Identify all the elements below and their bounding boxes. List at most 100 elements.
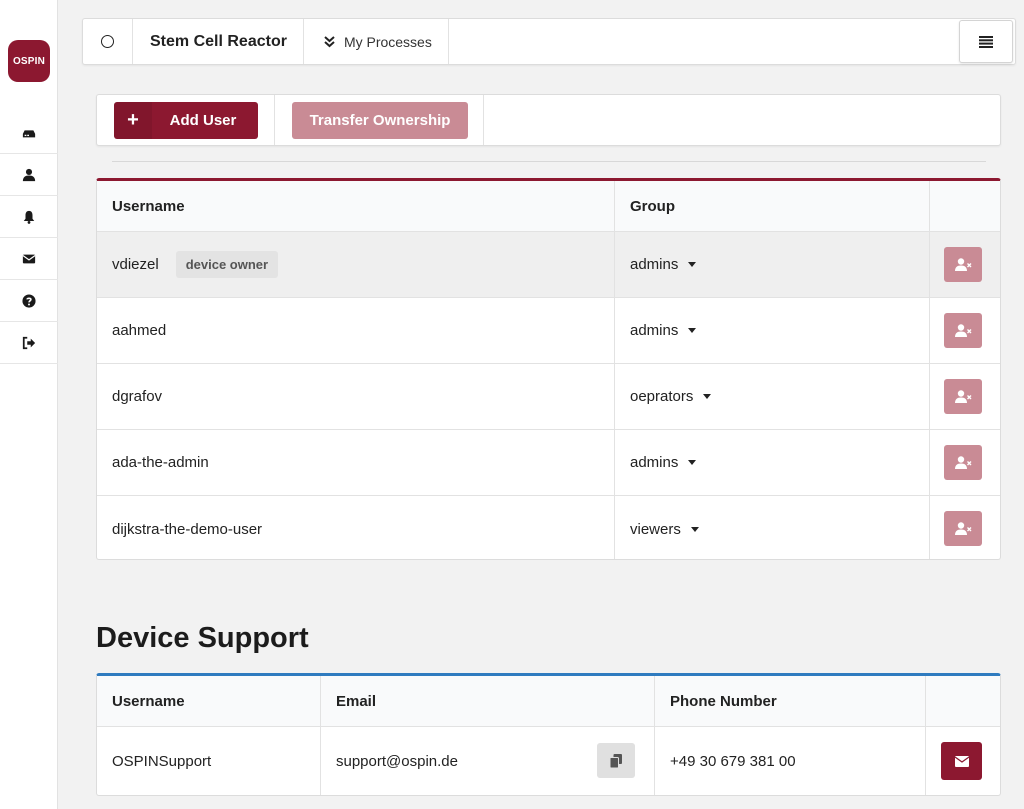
table-row[interactable]: dijkstra-the-demo-user viewers — [97, 496, 1000, 559]
column-header-group: Group — [615, 181, 930, 231]
device-name[interactable]: Stem Cell Reactor — [133, 19, 304, 64]
support-username: OSPINSupport — [112, 753, 212, 770]
caret-down-icon — [688, 262, 697, 267]
sidebar-item-profile[interactable] — [0, 154, 58, 196]
user-times-icon — [954, 522, 971, 535]
username: aahmed — [112, 322, 167, 339]
users-table: Username Group vdiezel device owner admi… — [96, 178, 1001, 560]
username: dijkstra-the-demo-user — [112, 520, 263, 538]
support-actions-cell — [926, 727, 1000, 795]
question-circle-icon — [22, 293, 36, 308]
support-table-header: Username Email Phone Number — [97, 676, 1000, 727]
username-cell: aahmed — [97, 298, 615, 363]
divider — [483, 95, 484, 145]
device-status-button[interactable] — [83, 19, 133, 64]
bell-icon — [23, 210, 35, 224]
support-email: support@ospin.de — [336, 753, 458, 770]
actions-cell — [930, 298, 1000, 363]
sidebar-menu — [0, 112, 58, 364]
group-value: viewers — [630, 520, 681, 538]
copy-icon — [610, 753, 622, 768]
status-circle-icon — [101, 35, 114, 48]
column-header-phone: Phone Number — [655, 676, 926, 726]
group-dropdown[interactable]: viewers — [615, 496, 930, 559]
username-cell: vdiezel device owner — [97, 232, 615, 297]
envelope-icon — [954, 755, 969, 767]
divider — [274, 95, 275, 145]
group-value: admins — [630, 256, 679, 273]
group-dropdown[interactable]: admins — [615, 298, 930, 363]
sidebar: OSPIN — [0, 0, 58, 809]
group-dropdown[interactable]: admins — [615, 430, 930, 495]
column-header-username: Username — [97, 181, 615, 231]
caret-down-icon — [703, 394, 712, 399]
top-bar: Stem Cell Reactor My Processes — [82, 18, 1016, 65]
email-support-button[interactable] — [941, 742, 982, 780]
ospin-logo[interactable]: OSPIN — [8, 40, 50, 82]
user-times-icon — [954, 324, 971, 337]
transfer-ownership-label: Transfer Ownership — [309, 112, 451, 129]
hamburger-icon — [979, 35, 993, 48]
group-value: admins — [630, 454, 679, 471]
users-table-header: Username Group — [97, 181, 1000, 232]
table-row[interactable]: aahmed admins — [97, 298, 1000, 364]
add-user-label: Add User — [169, 112, 237, 129]
user-actions-bar: + Add User Transfer Ownership — [96, 94, 1001, 146]
envelope-icon — [22, 254, 36, 263]
support-phone-cell: +49 30 679 381 00 — [655, 727, 926, 795]
my-processes-label: My Processes — [343, 33, 432, 50]
menu-button[interactable] — [959, 20, 1013, 63]
remove-user-button[interactable] — [944, 313, 982, 348]
logo-text: OSPIN — [12, 55, 46, 67]
column-header-actions — [930, 181, 1000, 231]
column-header-actions — [926, 676, 1000, 726]
table-row: OSPINSupport support@ospin.de +49 30 679… — [97, 727, 1000, 795]
caret-down-icon — [690, 526, 699, 532]
username: dgrafov — [112, 388, 163, 405]
group-value: oeprators — [630, 388, 694, 405]
horizontal-divider — [112, 161, 986, 162]
sidebar-item-devices[interactable] — [0, 112, 58, 154]
copy-email-button[interactable] — [597, 743, 635, 778]
transfer-ownership-button[interactable]: Transfer Ownership — [292, 102, 468, 139]
username-cell: dijkstra-the-demo-user — [97, 496, 615, 559]
remove-user-button[interactable] — [944, 247, 982, 282]
actions-cell — [930, 496, 1000, 559]
group-value: admins — [630, 322, 679, 339]
username-cell: dgrafov — [97, 364, 615, 429]
double-chevron-down-icon — [324, 35, 335, 47]
sidebar-item-messages[interactable] — [0, 238, 58, 280]
user-times-icon — [954, 456, 971, 469]
actions-cell — [930, 364, 1000, 429]
remove-user-button[interactable] — [944, 511, 982, 546]
sign-out-icon — [22, 336, 36, 349]
support-phone: +49 30 679 381 00 — [670, 753, 796, 770]
actions-cell — [930, 430, 1000, 495]
group-dropdown[interactable]: oeprators — [615, 364, 930, 429]
column-header-username: Username — [97, 676, 321, 726]
sidebar-item-help[interactable] — [0, 280, 58, 322]
user-times-icon — [954, 390, 971, 403]
remove-user-button[interactable] — [944, 445, 982, 480]
sidebar-item-notifications[interactable] — [0, 196, 58, 238]
group-dropdown[interactable]: admins — [615, 232, 930, 297]
table-row[interactable]: vdiezel device owner admins — [97, 232, 1000, 298]
username-cell: ada-the-admin — [97, 430, 615, 495]
device-icon — [22, 129, 36, 137]
device-support-title: Device Support — [96, 622, 309, 654]
my-processes-link[interactable]: My Processes — [304, 19, 449, 64]
caret-down-icon — [688, 460, 697, 465]
column-header-email: Email — [321, 676, 655, 726]
table-row[interactable]: dgrafov oeprators — [97, 364, 1000, 430]
remove-user-button[interactable] — [944, 379, 982, 414]
support-table: Username Email Phone Number OSPINSupport… — [96, 673, 1001, 796]
support-username-cell: OSPINSupport — [97, 727, 321, 795]
caret-down-icon — [688, 328, 697, 333]
sidebar-item-logout[interactable] — [0, 322, 58, 364]
username: ada-the-admin — [112, 454, 209, 471]
add-user-button[interactable]: + Add User — [114, 102, 258, 139]
table-row[interactable]: ada-the-admin admins — [97, 430, 1000, 496]
actions-cell — [930, 232, 1000, 297]
device-owner-badge: device owner — [175, 251, 279, 278]
user-icon — [22, 168, 36, 181]
